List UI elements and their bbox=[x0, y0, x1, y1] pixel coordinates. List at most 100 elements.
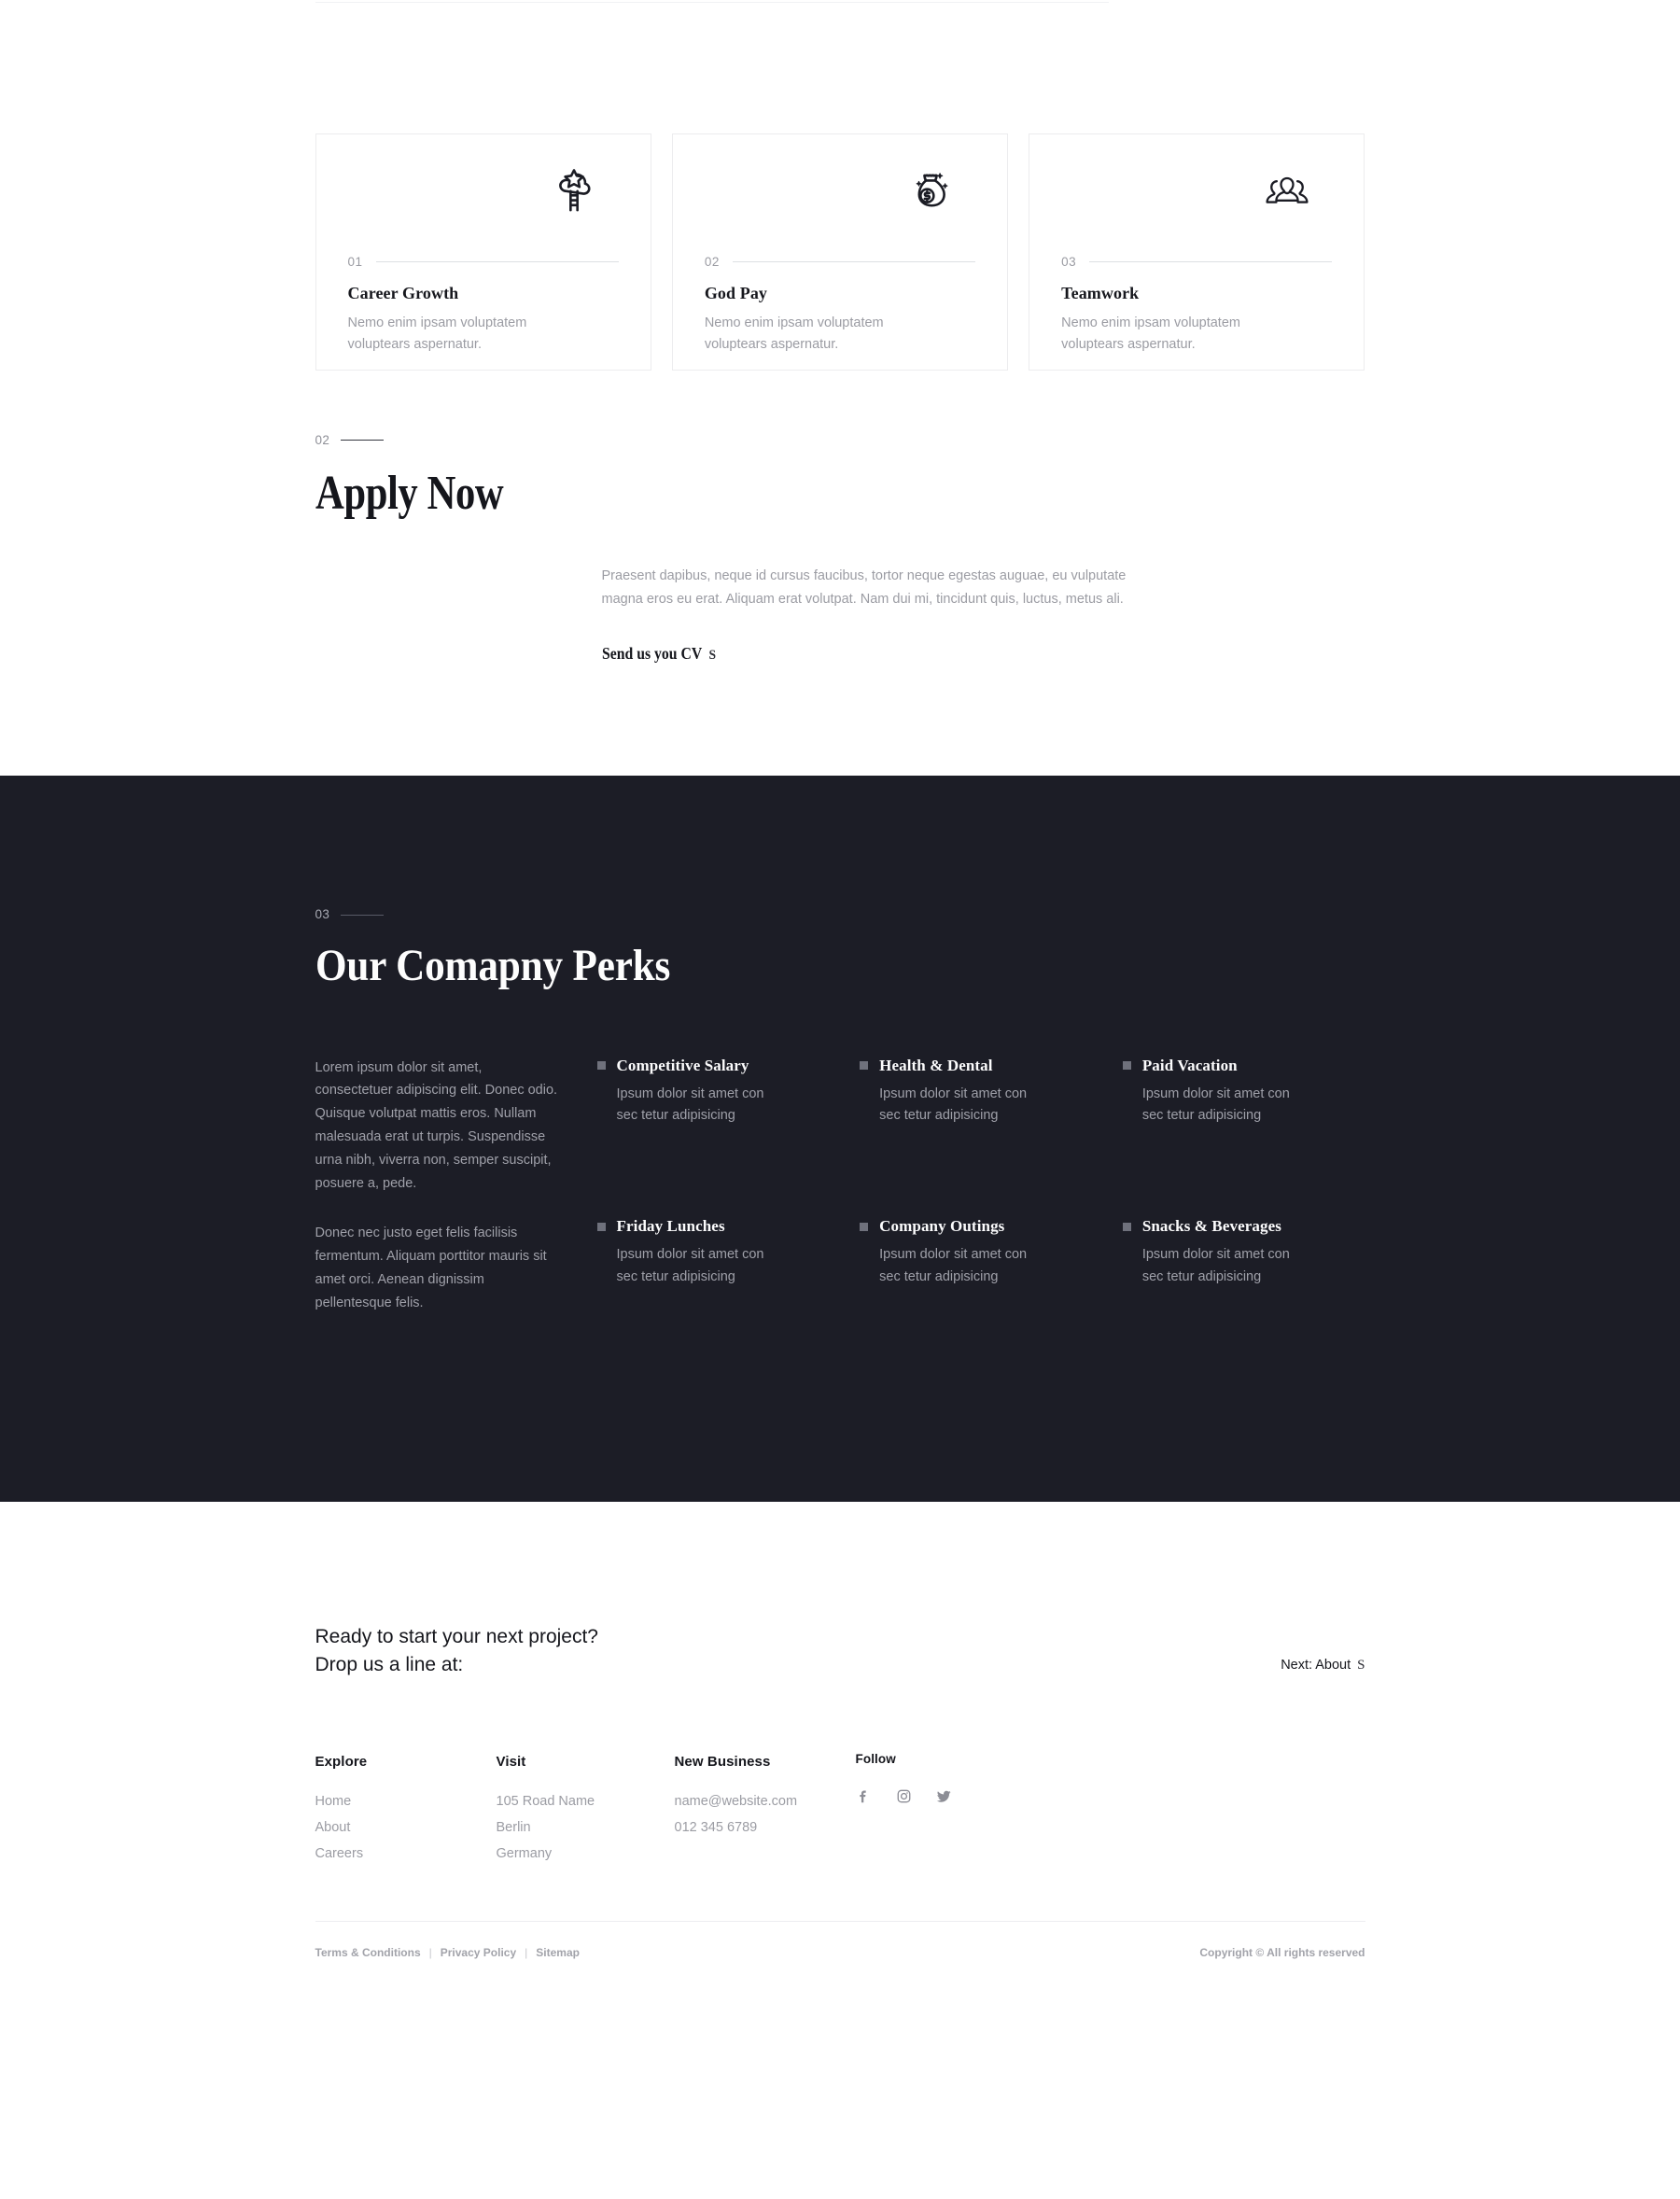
perk-title: Snacks & Beverages bbox=[1141, 1217, 1281, 1236]
cta-section: Ready to start your next project? Drop u… bbox=[315, 1502, 1365, 1679]
benefit-card-number: 03 bbox=[1061, 255, 1077, 269]
send-cv-link[interactable]: Send us you CV S bbox=[602, 644, 716, 664]
legal-separator: | bbox=[428, 1946, 432, 1960]
footer-email-link[interactable]: name@website.com bbox=[675, 1794, 798, 1809]
footer-column-new-business: New Business name@website.com 012 345 67… bbox=[675, 1754, 856, 1868]
benefit-card-description: Nemo enim ipsam voluptatem voluptears as… bbox=[1061, 315, 1240, 352]
footer-column-explore: Explore Home About Careers bbox=[315, 1754, 497, 1868]
perk-item: Paid Vacation Ipsum dolor sit amet con s… bbox=[1122, 1056, 1365, 1155]
cta-line-2: Drop us a line at: bbox=[315, 1653, 464, 1675]
apply-eyebrow: 02 bbox=[315, 434, 1365, 447]
footer-phone-link[interactable]: 012 345 6789 bbox=[675, 1820, 758, 1835]
list-item[interactable]: Home bbox=[315, 1788, 497, 1814]
perk-head: Paid Vacation bbox=[1122, 1056, 1365, 1075]
perk-item: Snacks & Beverages Ipsum dolor sit amet … bbox=[1122, 1217, 1365, 1315]
bottom-container: Ready to start your next project? Drop u… bbox=[315, 1502, 1365, 1996]
list-item: 105 Road Name bbox=[496, 1793, 595, 1809]
benefit-card-title: Teamwork bbox=[1061, 283, 1140, 302]
benefits-section: 01 Career Growth Nemo enim ipsam volupta… bbox=[315, 0, 1365, 371]
perk-head: Friday Lunches bbox=[596, 1217, 840, 1236]
footer-column-visit: Visit 105 Road Name Berlin Germany bbox=[497, 1754, 675, 1868]
perk-head: Company Outings bbox=[860, 1217, 1102, 1236]
benefit-cards-row: 01 Career Growth Nemo enim ipsam volupta… bbox=[315, 133, 1365, 371]
copyright-text: Copyright © All rights reserved bbox=[1199, 1946, 1365, 1960]
benefit-card-meta: 01 bbox=[348, 256, 619, 269]
site-footer: Explore Home About Careers Visit 105 Roa… bbox=[315, 1679, 1365, 1997]
perks-paragraph: Donec nec justo eget felis facilisis fer… bbox=[315, 1226, 547, 1310]
benefit-card-meta: 02 bbox=[704, 255, 976, 269]
footer-bottom-bar: Terms & Conditions | Privacy Policy | Si… bbox=[315, 1922, 1365, 1959]
perks-paragraph: Lorem ipsum dolor sit amet, consectetuer… bbox=[315, 1059, 558, 1192]
apply-body: Praesent dapibus, neque id cursus faucib… bbox=[315, 565, 1365, 665]
perk-head: Competitive Salary bbox=[596, 1057, 840, 1075]
square-bullet-icon bbox=[596, 1222, 606, 1231]
footer-link-about[interactable]: About bbox=[315, 1820, 351, 1835]
footer-contact-list: name@website.com 012 345 6789 bbox=[675, 1788, 856, 1842]
top-divider bbox=[315, 2, 1109, 3]
perk-title: Health & Dental bbox=[879, 1056, 993, 1074]
benefit-card-icon-row bbox=[1061, 159, 1332, 248]
benefit-card-title: God Pay bbox=[704, 283, 768, 302]
perks-items-grid: Competitive Salary Ipsum dolor sit amet … bbox=[596, 1056, 1365, 1315]
benefit-card-rule bbox=[1089, 261, 1333, 263]
benefit-card-god-pay[interactable]: 02 God Pay Nemo enim ipsam voluptatem vo… bbox=[671, 133, 1009, 371]
legal-links: Terms & Conditions | Privacy Policy | Si… bbox=[315, 1946, 580, 1959]
perks-grid: Lorem ipsum dolor sit amet, consectetuer… bbox=[315, 1057, 1365, 1315]
perk-title: Paid Vacation bbox=[1141, 1056, 1238, 1074]
apply-eyebrow-rule bbox=[341, 440, 385, 441]
square-bullet-icon bbox=[860, 1222, 869, 1231]
list-item[interactable]: 012 345 6789 bbox=[675, 1814, 856, 1841]
benefit-card-teamwork[interactable]: 03 Teamwork Nemo enim ipsam voluptatem v… bbox=[1029, 133, 1365, 371]
arrow-right-icon: S bbox=[1357, 1657, 1365, 1673]
footer-column-follow: Follow bbox=[855, 1751, 1080, 1868]
benefit-card-number: 02 bbox=[704, 255, 720, 269]
apply-paragraph: Praesent dapibus, neque id cursus faucib… bbox=[601, 567, 1127, 608]
twitter-link[interactable] bbox=[936, 1788, 952, 1804]
footer-link-list: Home About Careers bbox=[315, 1788, 497, 1868]
instagram-icon bbox=[897, 1789, 910, 1802]
benefit-card-rule bbox=[375, 261, 619, 263]
cta-line-1: Ready to start your next project? bbox=[315, 1625, 599, 1647]
cloud-star-ladder-icon bbox=[558, 169, 591, 212]
perks-eyebrow-number: 03 bbox=[315, 907, 330, 922]
perks-copy-column: Lorem ipsum dolor sit amet, consectetuer… bbox=[315, 1057, 597, 1315]
square-bullet-icon bbox=[1122, 1222, 1131, 1231]
perk-title: Company Outings bbox=[879, 1217, 1005, 1236]
list-item[interactable]: Careers bbox=[315, 1841, 497, 1867]
perk-item: Company Outings Ipsum dolor sit amet con… bbox=[860, 1217, 1102, 1315]
send-cv-label: Send us you CV bbox=[601, 644, 702, 664]
sitemap-link[interactable]: Sitemap bbox=[536, 1946, 580, 1959]
list-item[interactable]: About bbox=[315, 1814, 497, 1841]
perks-eyebrow: 03 bbox=[315, 908, 1365, 921]
benefit-card-title: Career Growth bbox=[347, 283, 459, 302]
instagram-link[interactable] bbox=[896, 1788, 912, 1804]
benefit-card-career-growth[interactable]: 01 Career Growth Nemo enim ipsam volupta… bbox=[315, 133, 651, 371]
perk-head: Health & Dental bbox=[860, 1057, 1102, 1075]
perk-description: Ipsum dolor sit amet con sec tetur adipi… bbox=[1141, 1247, 1290, 1284]
footer-address-list: 105 Road Name Berlin Germany bbox=[497, 1788, 675, 1868]
perk-description: Ipsum dolor sit amet con sec tetur adipi… bbox=[1141, 1085, 1290, 1124]
square-bullet-icon bbox=[1122, 1061, 1131, 1071]
privacy-link[interactable]: Privacy Policy bbox=[441, 1946, 516, 1959]
benefit-card-number: 01 bbox=[347, 255, 363, 269]
footer-column-title: Follow bbox=[855, 1751, 896, 1766]
perk-item: Health & Dental Ipsum dolor sit amet con… bbox=[860, 1057, 1102, 1155]
next-page-link[interactable]: Next: About S bbox=[1281, 1658, 1365, 1679]
footer-link-careers[interactable]: Careers bbox=[315, 1846, 364, 1861]
facebook-link[interactable] bbox=[856, 1788, 872, 1804]
legal-separator: | bbox=[525, 1946, 528, 1960]
benefit-card-icon-row bbox=[705, 159, 975, 248]
apply-title: Apply Now bbox=[315, 466, 504, 520]
apply-eyebrow-number: 02 bbox=[315, 433, 330, 447]
list-item[interactable]: name@website.com bbox=[675, 1788, 856, 1814]
footer-link-home[interactable]: Home bbox=[315, 1794, 352, 1809]
arrow-right-icon: S bbox=[707, 648, 716, 664]
terms-link[interactable]: Terms & Conditions bbox=[315, 1946, 421, 1959]
page-root: 01 Career Growth Nemo enim ipsam volupta… bbox=[0, 0, 1680, 1996]
apply-now-section: 02 Apply Now Praesent dapibus, neque id … bbox=[315, 371, 1365, 776]
social-links bbox=[856, 1788, 1080, 1804]
perk-description: Ipsum dolor sit amet con sec tetur adipi… bbox=[879, 1247, 1028, 1284]
perk-item: Friday Lunches Ipsum dolor sit amet con … bbox=[596, 1217, 840, 1315]
perks-title: Our Comapny Perks bbox=[315, 940, 670, 990]
perk-description: Ipsum dolor sit amet con sec tetur adipi… bbox=[879, 1085, 1028, 1124]
